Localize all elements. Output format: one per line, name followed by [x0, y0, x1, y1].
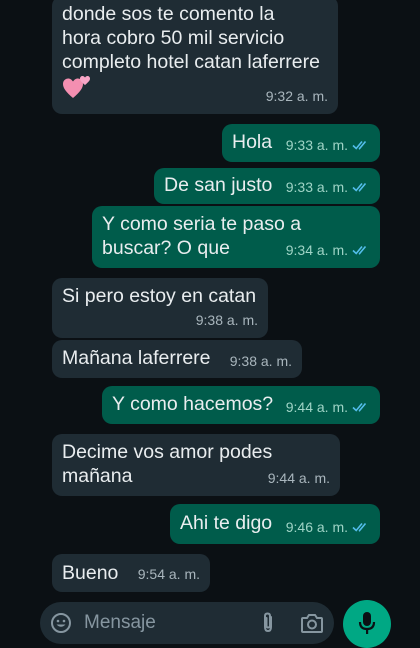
message-meta: 9:54 a. m.	[138, 562, 200, 586]
incoming-message[interactable]: Mañana laferrere 9:38 a. m.	[52, 340, 302, 378]
message-time: 9:38 a. m.	[229, 353, 292, 369]
message-text: Hola	[232, 131, 273, 153]
outgoing-message[interactable]: Y como hacemos? 9:44 a. m.	[102, 386, 380, 424]
message-time: 9:44 a. m.	[267, 470, 330, 486]
message-meta: 9:38 a. m.	[230, 349, 292, 373]
message-time: 9:33 a. m.	[285, 137, 348, 153]
outgoing-message[interactable]: Ahi te digo 9:46 a. m.	[170, 504, 380, 544]
message-meta: 9:46 a. m.	[286, 515, 370, 539]
read-ticks-icon	[352, 182, 367, 192]
message-time: 9:33 a. m.	[285, 179, 348, 195]
outgoing-message[interactable]: Y como seria te paso a buscar? O que 9:3…	[92, 206, 380, 268]
incoming-message[interactable]: Bueno 9:54 a. m.	[52, 554, 210, 592]
message-meta: 9:33 a. m.	[286, 175, 370, 199]
read-ticks-icon	[352, 140, 367, 150]
message-text: De san justo	[164, 174, 273, 196]
message-time: 9:38 a. m.	[195, 312, 258, 328]
message-time: 9:34 a. m.	[285, 242, 348, 258]
incoming-message[interactable]: donde sos te comento la hora cobro 50 mi…	[52, 0, 338, 114]
message-input-placeholder[interactable]: Mensaje	[84, 612, 156, 634]
incoming-message[interactable]: Decime vos amor podes mañana 9:44 a. m.	[52, 434, 340, 496]
attach-icon[interactable]	[258, 612, 278, 634]
mic-icon	[358, 612, 376, 634]
message-text: Ahi te digo	[180, 512, 273, 534]
message-meta: 9:44 a. m.	[286, 395, 370, 419]
read-ticks-icon	[352, 402, 367, 412]
message-meta: 9:33 a. m.	[286, 133, 370, 157]
message-time: 9:54 a. m.	[137, 566, 200, 582]
message-text: Bueno	[62, 562, 119, 584]
read-ticks-icon	[352, 245, 367, 255]
message-time: 9:46 a. m.	[285, 519, 348, 535]
two-hearts-icon	[63, 76, 90, 98]
message-meta: 9:38 a. m.	[196, 308, 258, 332]
message-text: Mañana laferrere	[62, 347, 211, 369]
outgoing-message[interactable]: De san justo 9:33 a. m.	[154, 168, 380, 204]
read-ticks-icon	[352, 522, 367, 532]
message-meta: 9:34 a. m.	[286, 238, 370, 262]
message-text: Si pero estoy en catan	[62, 285, 257, 307]
message-time: 9:44 a. m.	[285, 399, 348, 415]
incoming-message[interactable]: Si pero estoy en catan 9:38 a. m.	[52, 278, 268, 338]
emoji-icon[interactable]	[50, 612, 72, 634]
message-time: 9:32 a. m.	[265, 88, 328, 104]
message-meta: 9:44 a. m.	[268, 466, 330, 490]
camera-icon[interactable]	[300, 612, 324, 634]
mic-button[interactable]	[343, 600, 391, 648]
chat-area: donde sos te comento la hora cobro 50 mi…	[0, 0, 420, 600]
outgoing-message[interactable]: Hola 9:33 a. m.	[222, 124, 380, 162]
message-text: Y como hacemos?	[112, 393, 274, 415]
message-text: donde sos te comento la hora cobro 50 mi…	[62, 3, 320, 73]
message-meta: 9:32 a. m.	[266, 84, 328, 108]
